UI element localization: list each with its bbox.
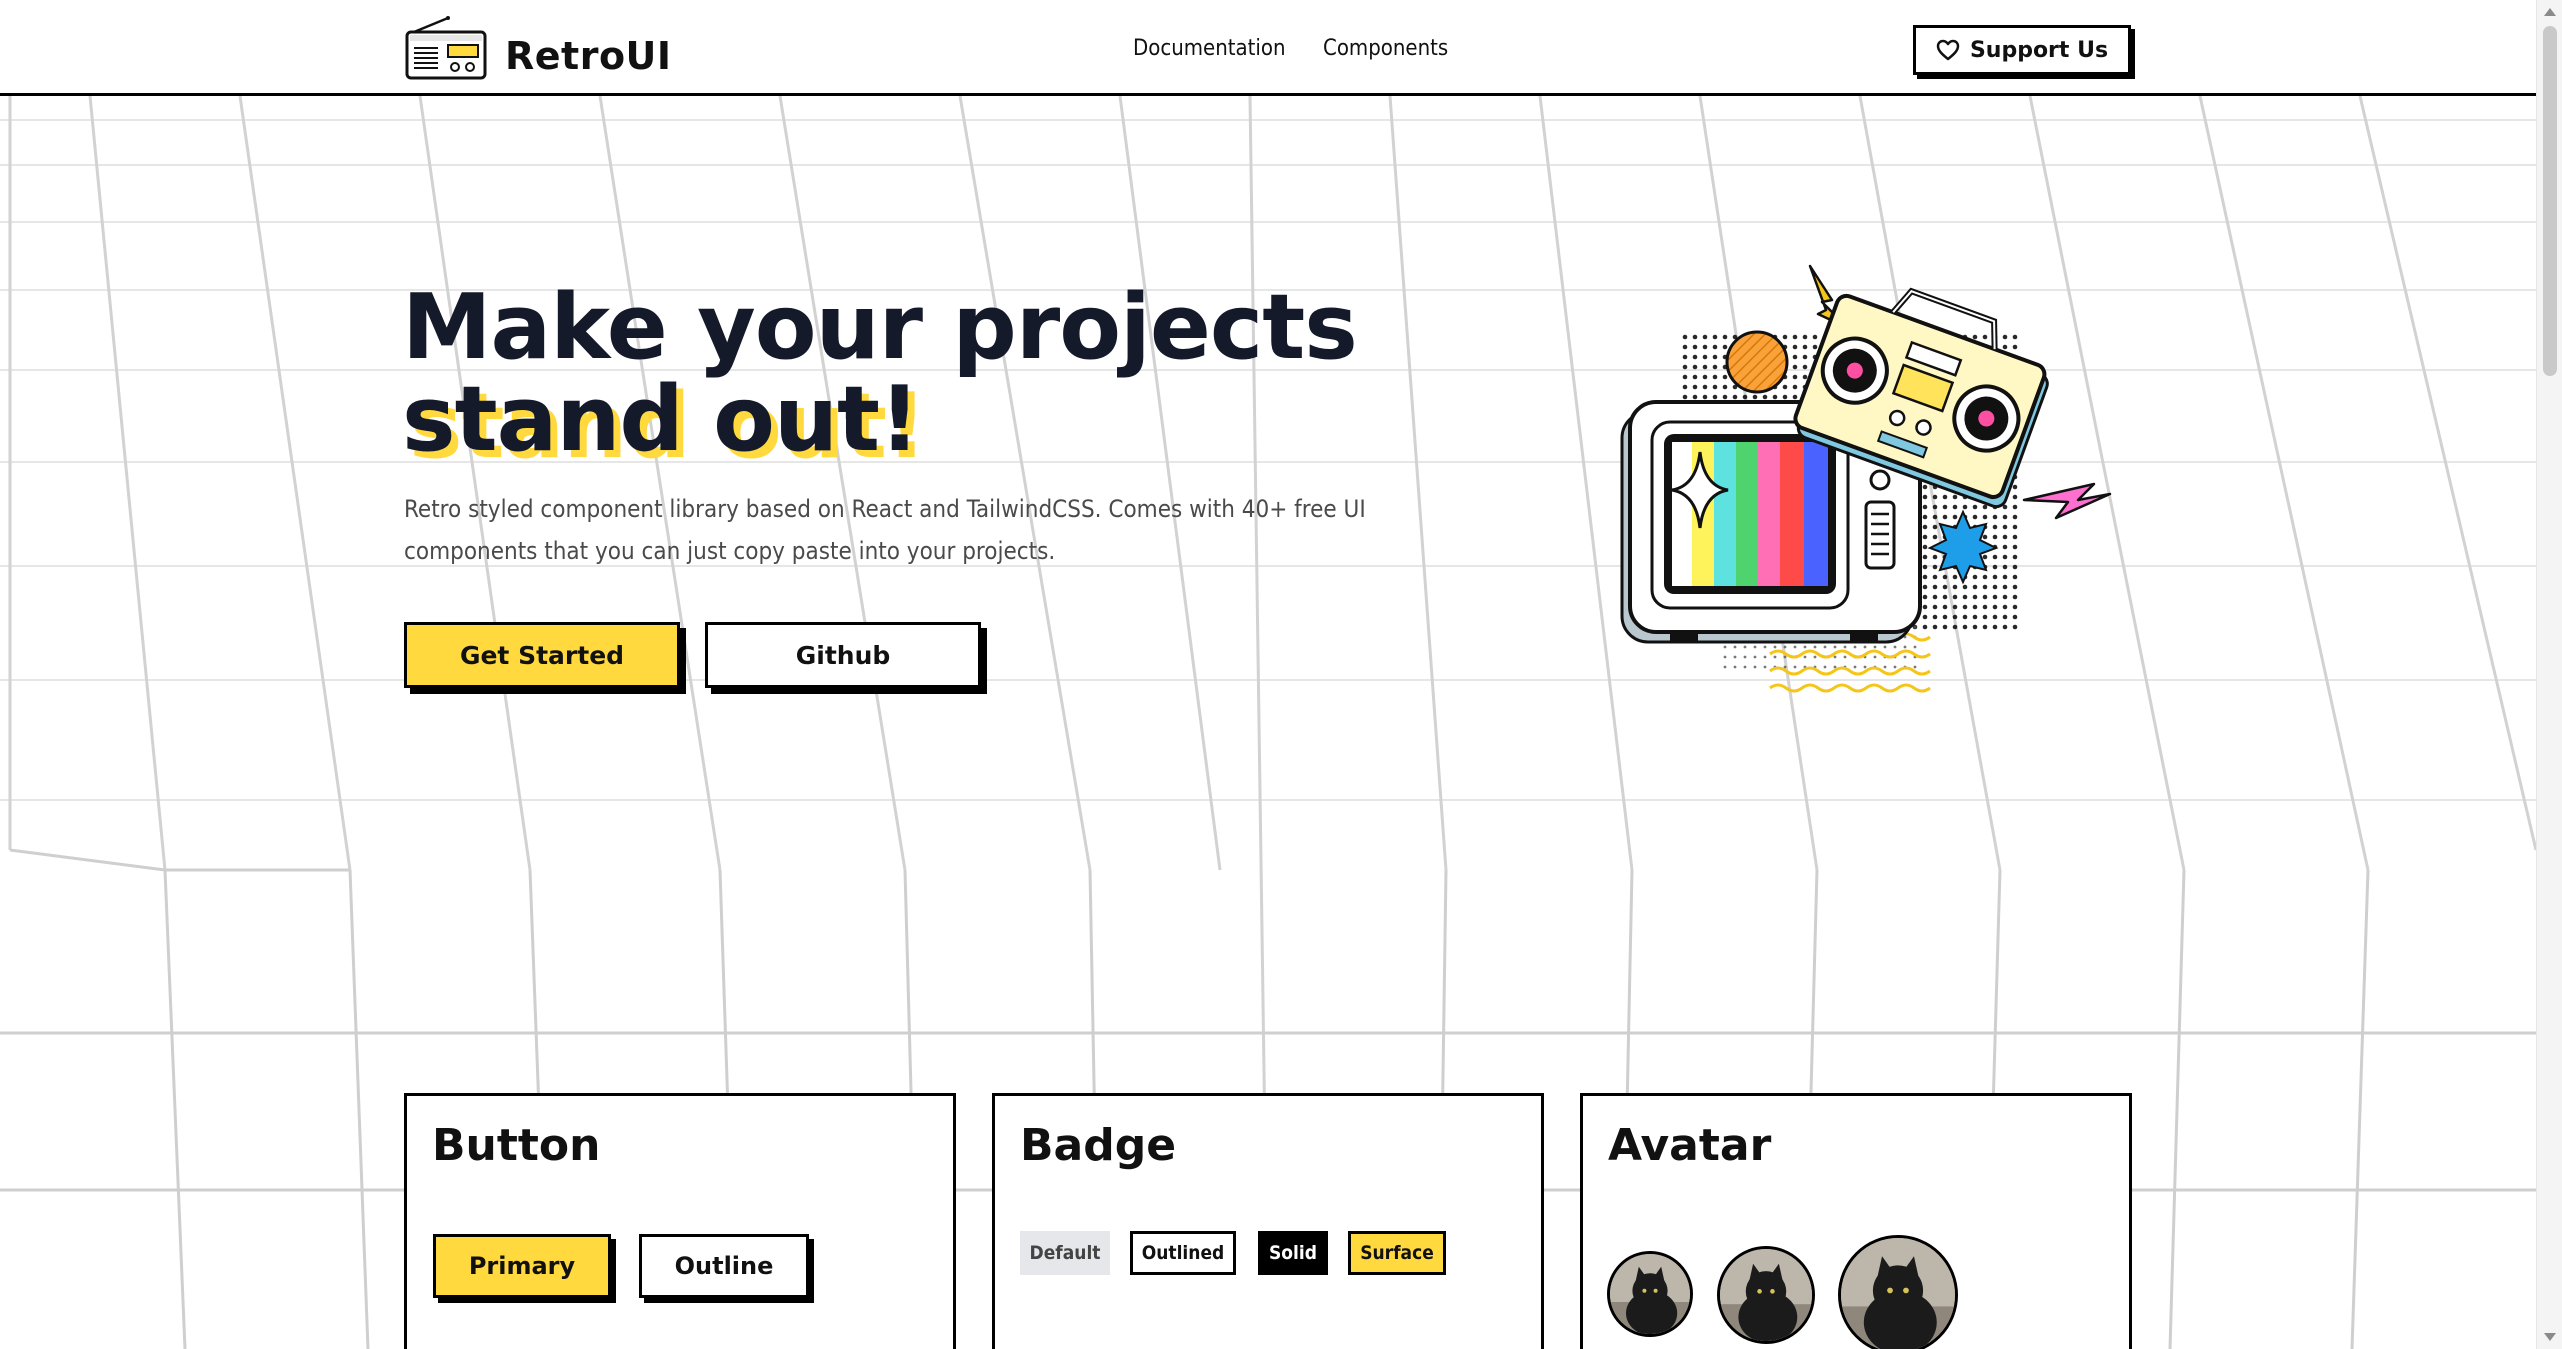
avatar-small	[1607, 1251, 1693, 1337]
browser-viewport: RetroUI Documentation Components Support…	[0, 0, 2536, 1349]
hero-title: Make your projects stand out!	[402, 275, 1358, 472]
avatar-large	[1838, 1235, 1958, 1349]
avatar-medium	[1717, 1246, 1815, 1344]
avatar-card-title: Avatar	[1608, 1120, 1772, 1171]
badge-card: Badge Default Outlined Solid Surface	[992, 1093, 1544, 1349]
cat-photo-icon	[1841, 1238, 1955, 1349]
badge-solid: Solid	[1258, 1231, 1328, 1275]
avatar-card: Avatar	[1580, 1093, 2132, 1349]
support-us-button[interactable]: Support Us	[1913, 25, 2131, 75]
site-header: RetroUI Documentation Components Support…	[0, 0, 2536, 96]
nav-components[interactable]: Components	[1323, 34, 1448, 64]
retro-tv-boombox-illustration	[1620, 264, 2112, 693]
github-button[interactable]: Github	[705, 622, 981, 688]
hero-title-line-1: Make your projects	[402, 275, 1358, 380]
scroll-down-arrow-icon[interactable]	[2544, 1333, 2556, 1341]
outline-demo-button[interactable]: Outline	[639, 1234, 809, 1298]
hero-description: Retro styled component library based on …	[404, 495, 1366, 565]
badge-card-title: Badge	[1020, 1120, 1177, 1171]
brand-name[interactable]: RetroUI	[505, 32, 672, 80]
vertical-scrollbar[interactable]	[2536, 0, 2562, 1349]
scrollbar-thumb[interactable]	[2543, 26, 2557, 376]
badge-surface: Surface	[1348, 1231, 1446, 1275]
get-started-button[interactable]: Get Started	[404, 622, 680, 688]
cat-photo-icon	[1610, 1254, 1690, 1334]
cat-photo-icon	[1720, 1249, 1812, 1341]
badge-outlined: Outlined	[1130, 1231, 1236, 1275]
button-card-title: Button	[432, 1120, 601, 1171]
radio-icon[interactable]	[404, 16, 488, 82]
support-us-label: Support Us	[1969, 37, 2109, 63]
button-card: Button Primary Outline	[404, 1093, 956, 1349]
scroll-up-arrow-icon[interactable]	[2544, 8, 2556, 16]
nav-documentation[interactable]: Documentation	[1133, 34, 1286, 64]
primary-demo-button[interactable]: Primary	[433, 1234, 611, 1298]
hero-title-accent: stand out!	[402, 367, 920, 472]
heart-icon	[1936, 39, 1960, 61]
badge-default: Default	[1020, 1231, 1110, 1275]
